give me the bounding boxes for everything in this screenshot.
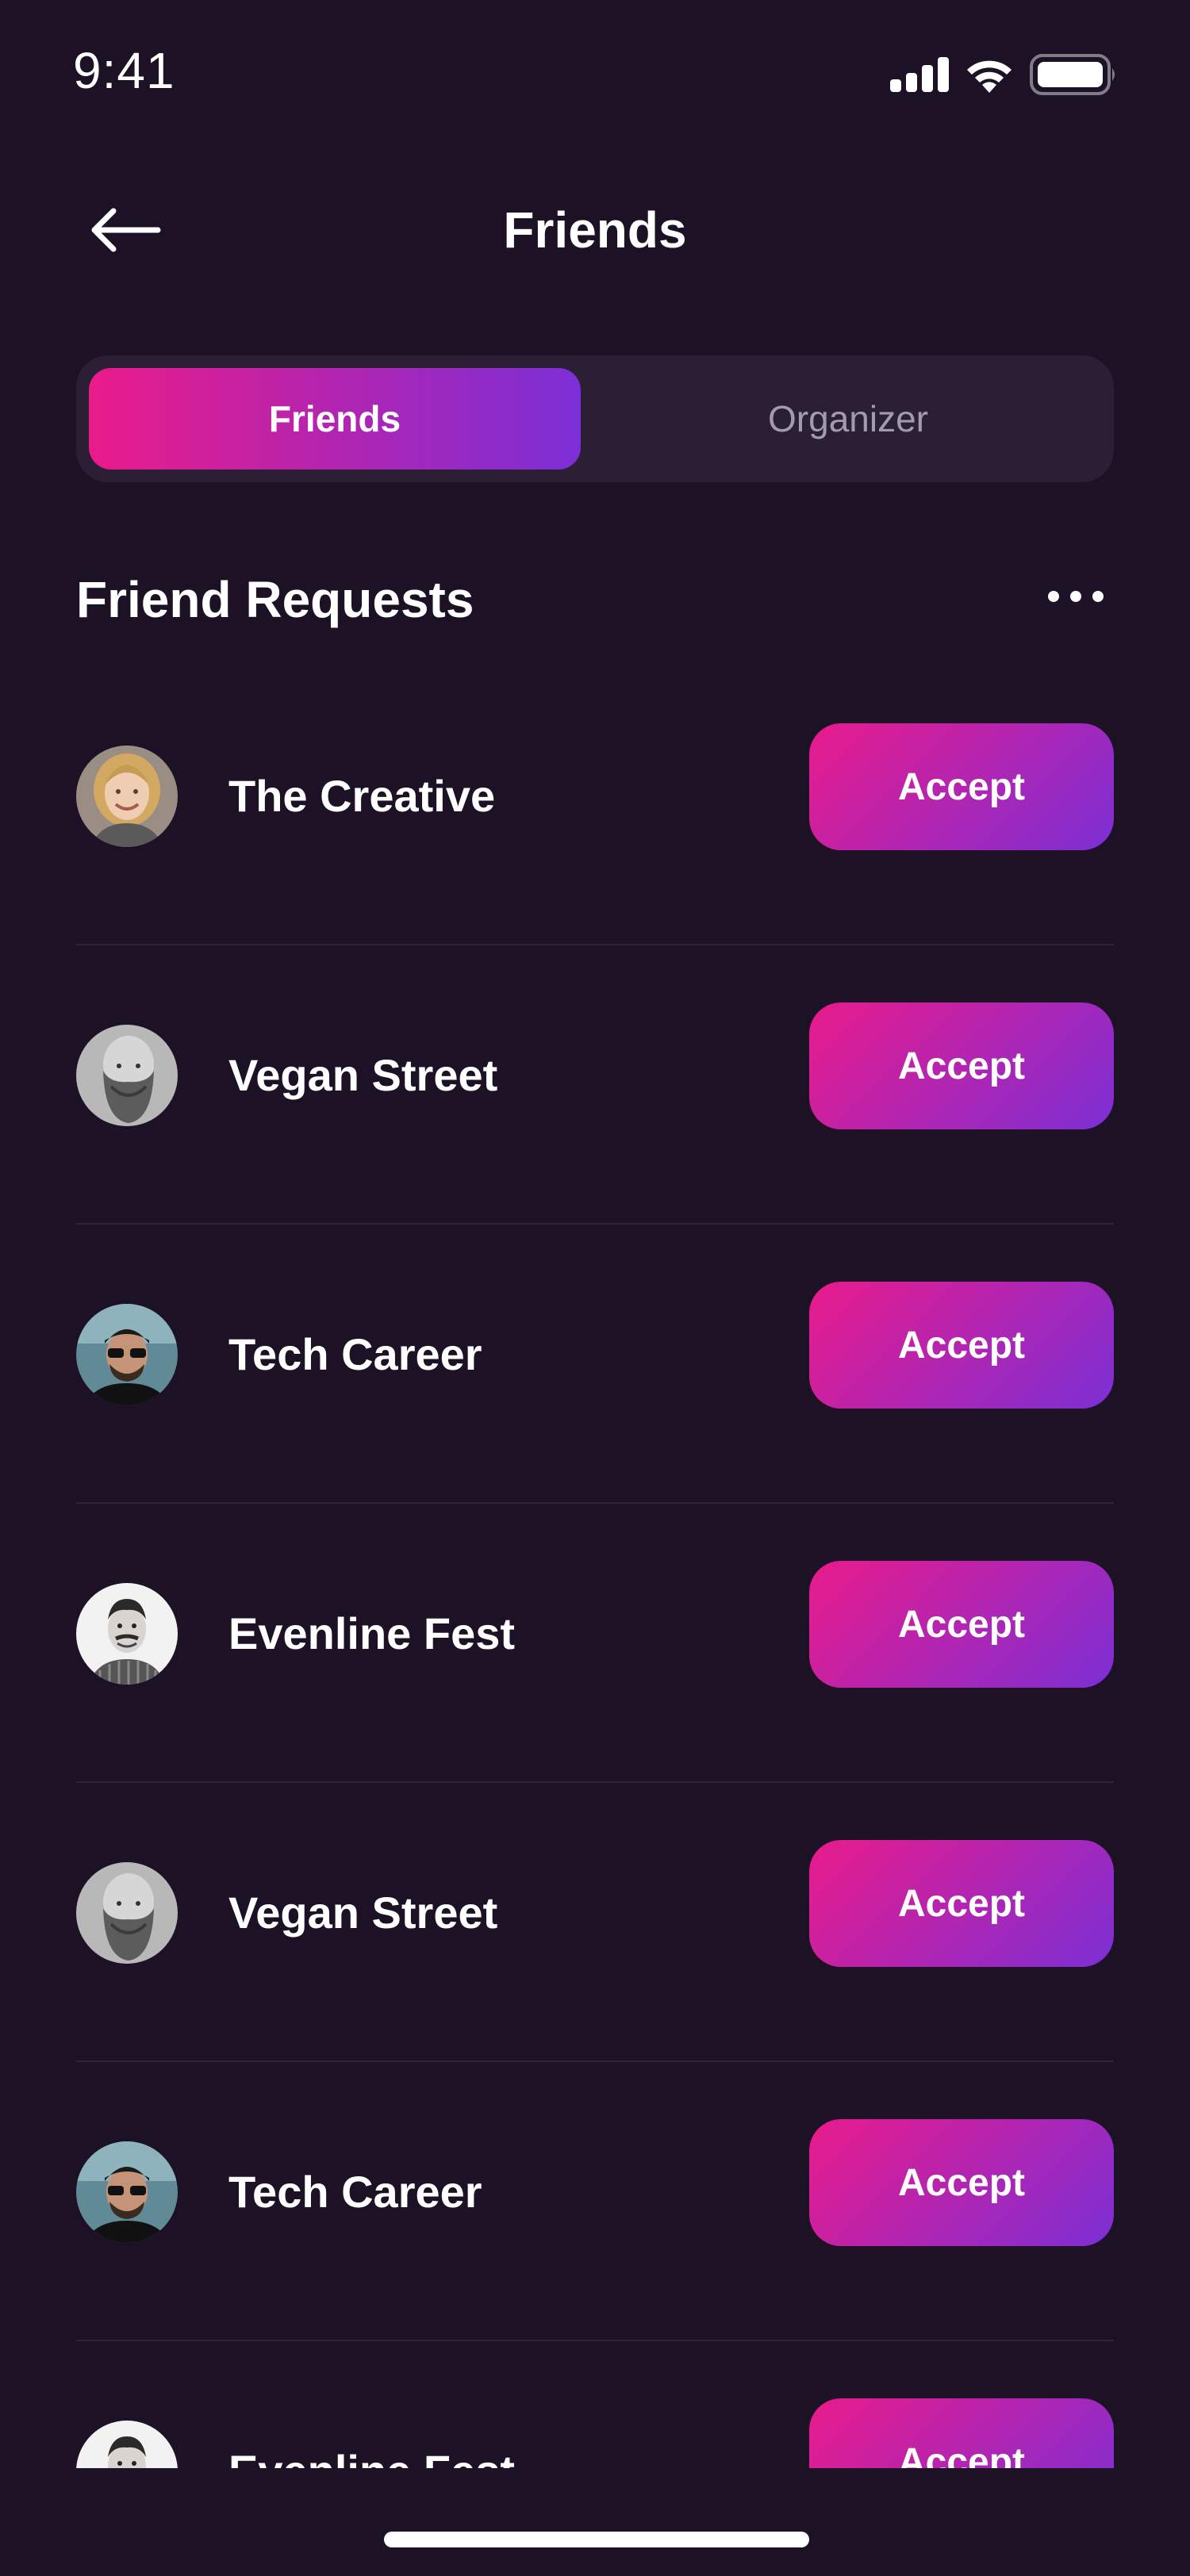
more-options-button[interactable]	[1038, 571, 1114, 622]
friend-request-list[interactable]: The Creative Accept Vegan Street Accept	[0, 666, 1190, 2468]
list-item: Evenline Fest Accept	[76, 1504, 1114, 1783]
request-name: Vegan Street	[228, 1888, 498, 1938]
avatar[interactable]	[76, 2141, 178, 2243]
avatar-man-beard-grey	[76, 1862, 178, 1964]
accept-button[interactable]: Accept	[809, 1561, 1114, 1688]
home-indicator[interactable]	[384, 2532, 809, 2547]
more-horizontal-icon	[1048, 591, 1104, 602]
accept-button[interactable]: Accept	[809, 1840, 1114, 1967]
request-name: Evenline Fest	[228, 2440, 515, 2468]
avatar-man-mustache-stripes	[76, 2421, 178, 2468]
list-item: Tech Career Accept	[76, 2062, 1114, 2341]
avatar[interactable]	[76, 1862, 178, 1964]
avatar-man-beard-grey	[76, 1025, 178, 1126]
accept-button[interactable]: Accept	[809, 1002, 1114, 1129]
accept-button[interactable]: Accept	[809, 2119, 1114, 2246]
accept-button[interactable]: Accept	[809, 723, 1114, 850]
page-title: Friends	[503, 201, 687, 259]
list-item: The Creative Accept	[76, 666, 1114, 945]
list-item: Vegan Street Accept	[76, 1783, 1114, 2062]
avatar[interactable]	[76, 2421, 178, 2468]
tab-organizer[interactable]: Organizer	[595, 368, 1101, 470]
tab-friends[interactable]: Friends	[89, 368, 581, 470]
section-title: Friend Requests	[76, 571, 474, 628]
avatar[interactable]	[76, 1583, 178, 1685]
list-item: Evenline Fest Accept	[76, 2341, 1114, 2468]
request-name: Evenline Fest	[228, 1608, 516, 1658]
avatar-man-mustache-stripes	[76, 1583, 178, 1685]
request-name: Tech Career	[228, 2167, 482, 2217]
status-icons	[890, 54, 1117, 95]
wifi-icon	[967, 60, 1012, 93]
signal-icon	[890, 57, 949, 92]
segmented-control: Friends Organizer	[76, 355, 1114, 482]
request-name: The Creative	[228, 771, 496, 821]
battery-icon	[1030, 54, 1115, 95]
request-name: Vegan Street	[228, 1050, 498, 1100]
request-name: Tech Career	[228, 1329, 482, 1379]
list-item: Tech Career Accept	[76, 1225, 1114, 1504]
accept-button[interactable]: Accept	[809, 1282, 1114, 1409]
avatar-man-beanie-sunglasses	[76, 1304, 178, 1405]
avatar-man-beanie-sunglasses	[76, 2141, 178, 2243]
avatar-woman-blonde	[76, 746, 178, 847]
avatar[interactable]	[76, 746, 178, 847]
list-item: Vegan Street Accept	[76, 945, 1114, 1225]
avatar[interactable]	[76, 1025, 178, 1126]
avatar[interactable]	[76, 1304, 178, 1405]
accept-button[interactable]: Accept	[809, 2398, 1114, 2468]
status-time: 9:41	[73, 42, 175, 99]
